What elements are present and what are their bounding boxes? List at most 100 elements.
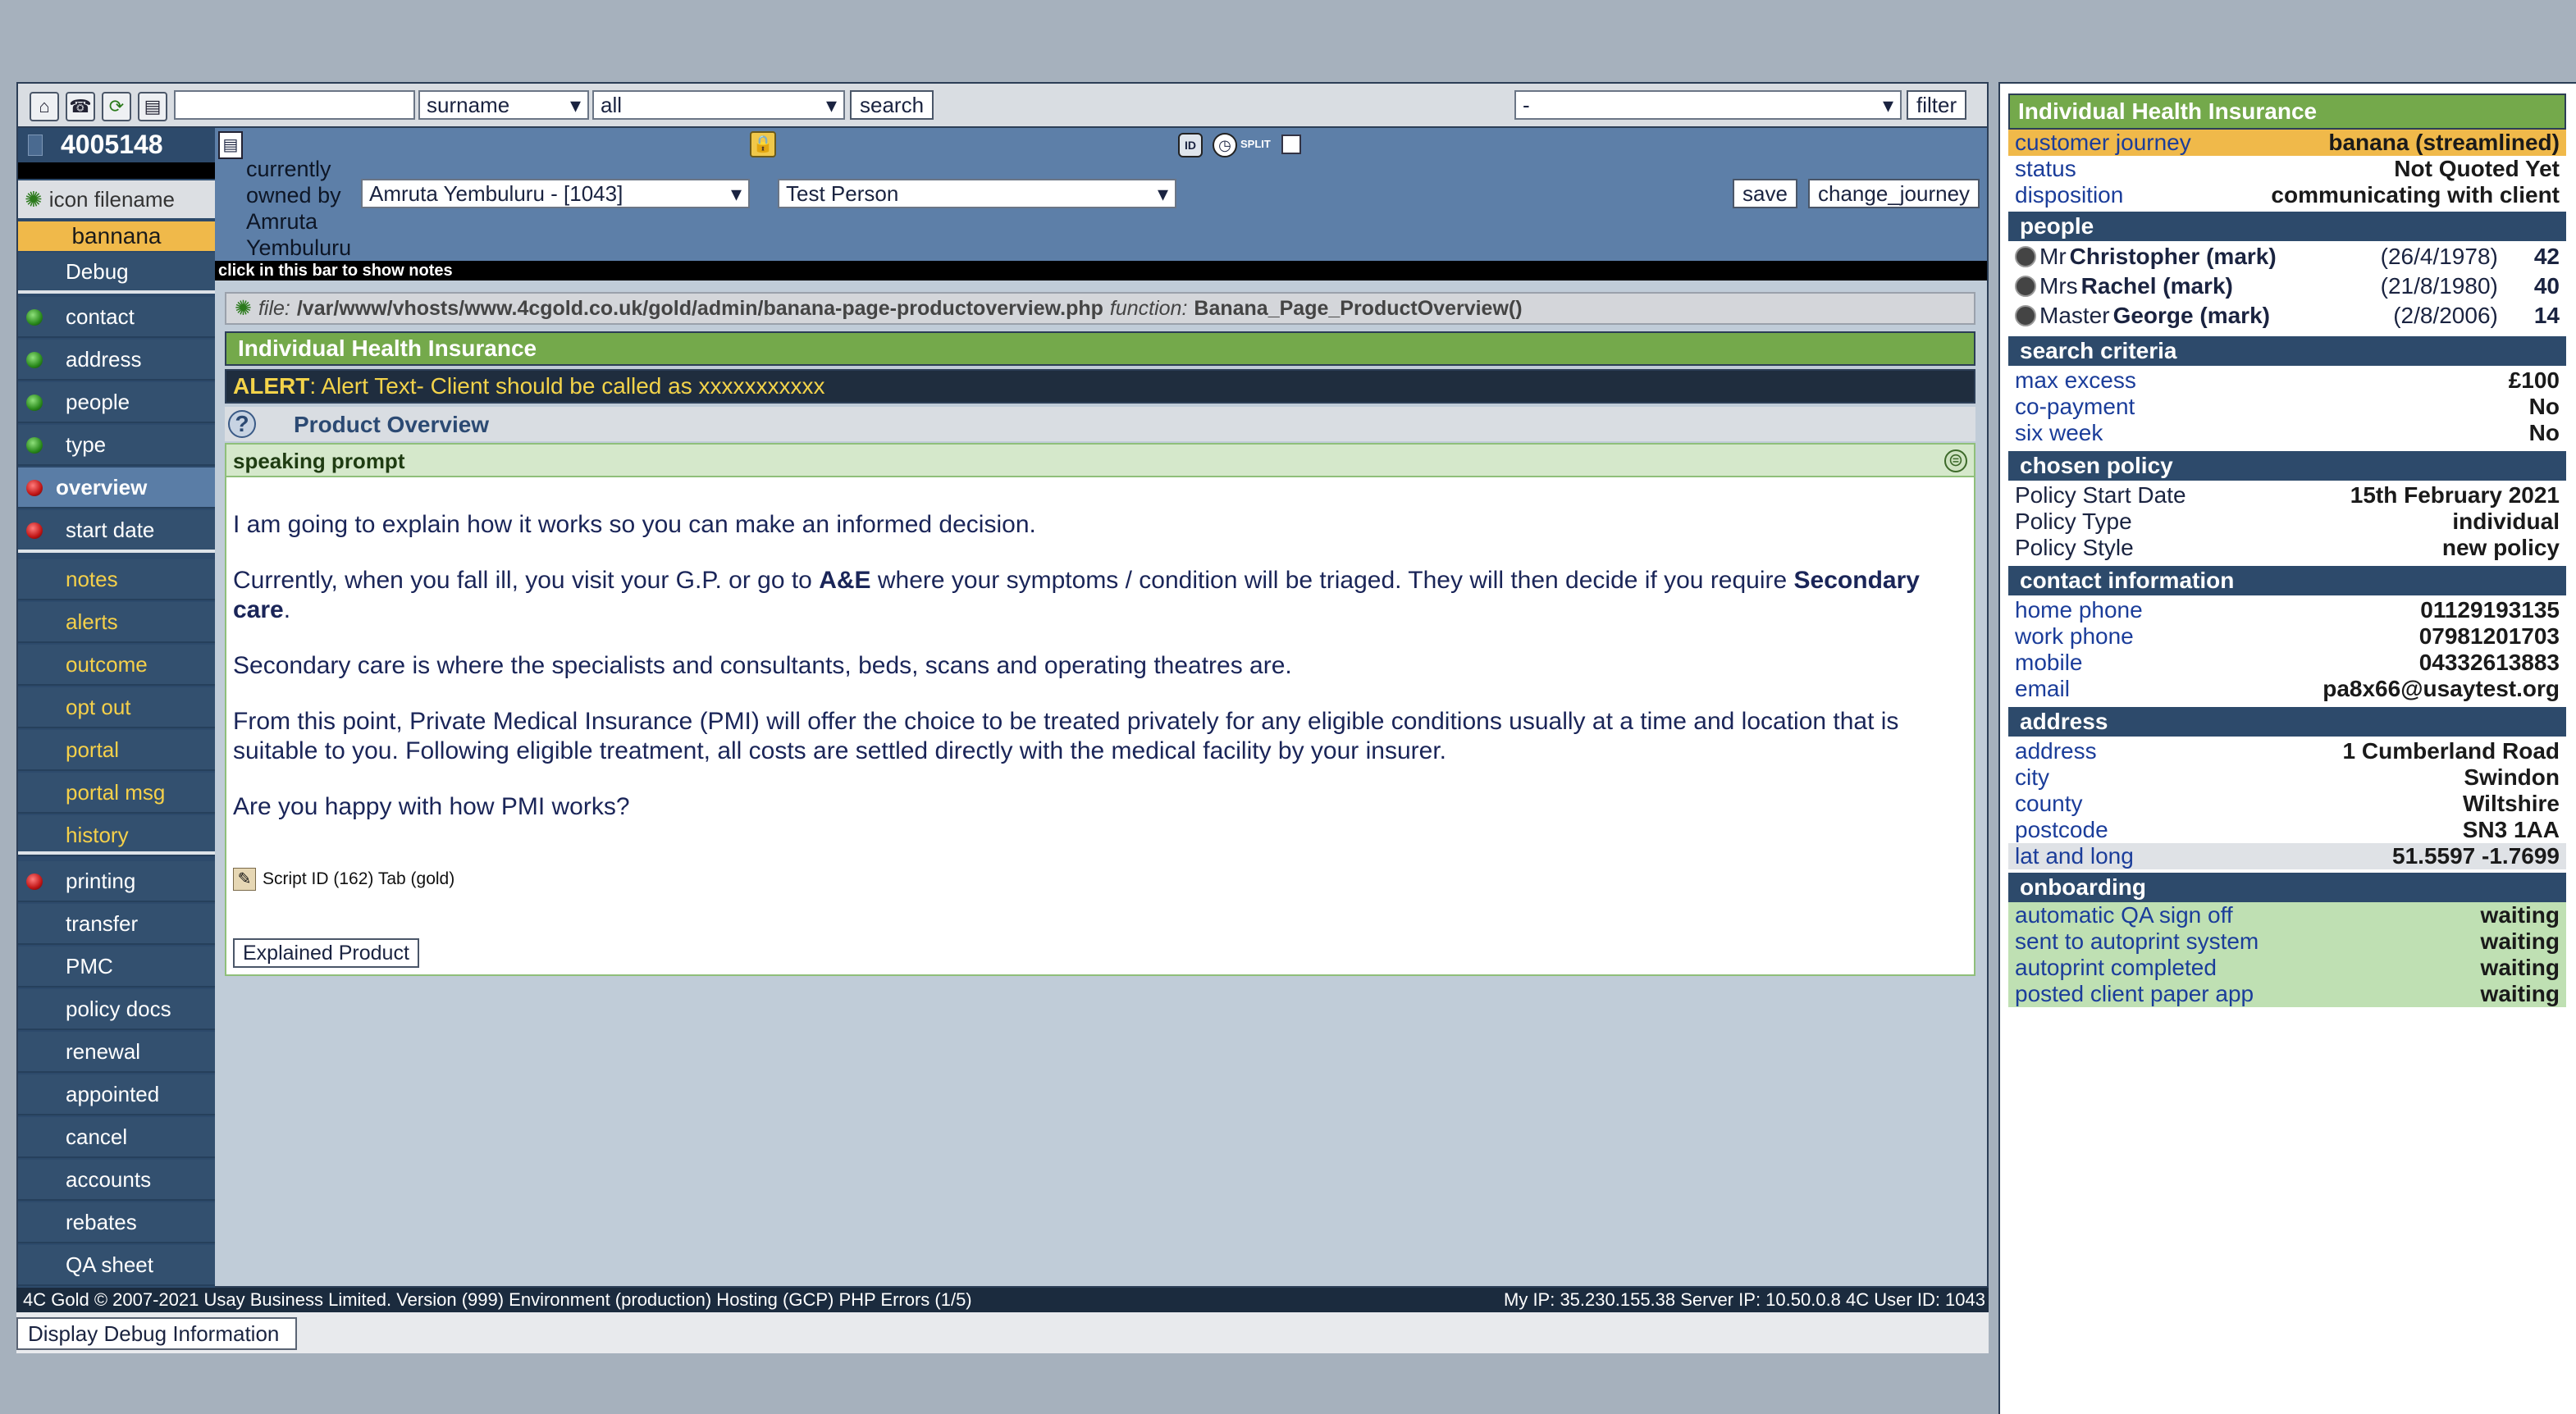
sidebar-item-accounts[interactable]: accounts	[18, 1160, 215, 1201]
filter-select[interactable]: - ▾	[1514, 90, 1902, 120]
sidebar-item-label: rebates	[66, 1209, 137, 1234]
help-icon[interactable]: ?	[228, 410, 256, 438]
status-dot-icon	[26, 352, 43, 368]
sidebar-item-label: cancel	[66, 1124, 128, 1149]
row-value: waiting	[2480, 902, 2560, 928]
person-name: George (mark)	[2112, 303, 2270, 328]
person-title: Mr	[2039, 244, 2067, 269]
row-label: address	[2015, 738, 2097, 764]
collapse-icon[interactable]: ⊜	[1944, 449, 1967, 472]
sidebar-item-type[interactable]: type	[18, 425, 215, 466]
address-title: address	[2008, 707, 2566, 737]
row-value: No	[2528, 394, 2560, 419]
person-row[interactable]: Master George (mark) (2/8/2006) 14	[2008, 302, 2566, 330]
split-label[interactable]: SPLIT	[1240, 138, 1271, 150]
policy-type-row: Policy Type individual	[2008, 509, 2566, 535]
search-type-select[interactable]: surname ▾	[418, 90, 589, 120]
row-value[interactable]: 04332613883	[2419, 650, 2560, 676]
search-input[interactable]	[174, 90, 415, 120]
display-debug-button[interactable]: Display Debug Information	[16, 1317, 297, 1350]
sidebar-item-cancel[interactable]: cancel	[18, 1117, 215, 1158]
prompt-paragraph: Currently, when you fall ill, you visit …	[233, 566, 1964, 625]
chosen-policy-title: chosen policy	[2008, 451, 2566, 481]
owner-select[interactable]: Amruta Yembuluru - [1043] ▾	[361, 179, 750, 208]
save-button[interactable]: save	[1733, 179, 1797, 208]
sidebar-item-address[interactable]: address	[18, 340, 215, 381]
page-title-bar: ? Product Overview	[225, 407, 1975, 441]
row-value[interactable]: 01129193135	[2420, 597, 2560, 623]
row-label: lat and long	[2015, 843, 2134, 869]
sidebar-item-transfer[interactable]: transfer	[18, 904, 215, 945]
sidebar-item-label: people	[66, 389, 130, 414]
row-label: posted client paper app	[2015, 981, 2254, 1006]
row-label: Policy Style	[2015, 535, 2134, 560]
sidebar-item-printing[interactable]: printing	[18, 861, 215, 902]
sidebar-item-QA-sheet[interactable]: QA sheet	[18, 1245, 215, 1286]
script-id: ✎ Script ID (162) Tab (gold)	[233, 868, 454, 891]
row-value[interactable]: 07981201703	[2419, 623, 2560, 650]
sidebar-item-history[interactable]: history	[18, 815, 215, 856]
phone-icon[interactable]: ☎	[66, 92, 95, 121]
sidebar-item-overview[interactable]: overview	[18, 468, 215, 509]
document-icon[interactable]: ▤	[138, 92, 167, 121]
row-label: city	[2015, 764, 2049, 790]
person-row[interactable]: Mr Christopher (mark) (26/4/1978) 42	[2008, 243, 2566, 271]
sidebar-item-alerts[interactable]: alerts	[18, 602, 215, 643]
id-card-icon[interactable]: ID	[1178, 133, 1203, 157]
search-scope-select[interactable]: all ▾	[592, 90, 845, 120]
sidebar-item-people[interactable]: people	[18, 382, 215, 423]
alert-label: ALERT	[233, 373, 310, 399]
chevron-down-icon: ▾	[730, 180, 742, 206]
prompt-text: Currently, when you fall ill, you visit …	[233, 567, 820, 594]
sidebar-item-start-date[interactable]: start date	[18, 510, 215, 551]
sidebar-item-notes[interactable]: notes	[18, 559, 215, 600]
person-select[interactable]: Test Person ▾	[778, 179, 1176, 208]
row-label: Policy Start Date	[2015, 482, 2186, 508]
filter-button[interactable]: filter	[1907, 90, 1967, 120]
prompt-paragraph: From this point, Private Medical Insuran…	[233, 708, 1899, 764]
sidebar-item-outcome[interactable]: outcome	[18, 645, 215, 686]
row-value[interactable]: pa8x66@usaytest.org	[2323, 676, 2560, 702]
sidebar-item-policy-docs[interactable]: policy docs	[18, 989, 215, 1030]
row-label: postcode	[2015, 817, 2108, 842]
change-journey-button[interactable]: change_journey	[1808, 179, 1980, 208]
person-title: Mrs	[2039, 273, 2078, 299]
split-checkbox[interactable]	[1281, 135, 1301, 154]
footer-bar: 4C Gold © 2007-2021 Usay Business Limite…	[16, 1288, 1989, 1312]
policy-style-row: Policy Style new policy	[2008, 535, 2566, 561]
sidebar-item-rebates[interactable]: rebates	[18, 1202, 215, 1243]
row-label: co-payment	[2015, 394, 2135, 419]
sidebar-item-portal[interactable]: portal	[18, 730, 215, 771]
status-dot-icon	[26, 480, 43, 496]
search-type-value: surname	[427, 92, 510, 117]
chevron-down-icon: ▾	[825, 92, 837, 117]
nav-debug[interactable]: Debug	[18, 253, 215, 294]
search-button[interactable]: search	[850, 90, 934, 120]
row-value: banana (streamlined)	[2328, 130, 2560, 155]
sidebar-item-PMC[interactable]: PMC	[18, 946, 215, 988]
avatar	[2015, 305, 2036, 326]
record-id-bar: 4005148	[18, 128, 215, 162]
icon-filename[interactable]: ✺ icon filename	[18, 180, 215, 218]
sidebar-item-appointed[interactable]: appointed	[18, 1074, 215, 1115]
person-row[interactable]: Mrs Rachel (mark) (21/8/1980) 40	[2008, 272, 2566, 300]
address-row: address 1 Cumberland Road	[2008, 738, 2566, 764]
sidebar-item-contact[interactable]: contact	[18, 297, 215, 338]
file-prefix: file:	[258, 296, 290, 320]
clock-icon[interactable]: ◷	[1213, 133, 1237, 157]
row-value: 1 Cumberland Road	[2342, 738, 2560, 764]
edit-icon[interactable]: ✎	[233, 868, 256, 891]
notes-icon[interactable]: ▤	[218, 131, 243, 159]
sidebar-item-opt-out[interactable]: opt out	[18, 687, 215, 728]
row-label: status	[2015, 156, 2076, 181]
prompt-paragraph: Secondary care is where the specialists …	[233, 652, 1292, 679]
notes-bar[interactable]: click in this bar to show notes	[215, 261, 1987, 281]
home-icon[interactable]: ⌂	[30, 92, 59, 121]
row-label: work phone	[2015, 623, 2134, 649]
sidebar-item-portal-msg[interactable]: portal msg	[18, 773, 215, 814]
sidebar-item-renewal[interactable]: renewal	[18, 1032, 215, 1073]
explained-product-button[interactable]: Explained Product	[233, 938, 419, 968]
refresh-icon[interactable]: ⟳	[102, 92, 131, 121]
policy-start-row: Policy Start Date 15th February 2021	[2008, 482, 2566, 509]
lock-icon[interactable]: 🔒	[750, 131, 776, 157]
